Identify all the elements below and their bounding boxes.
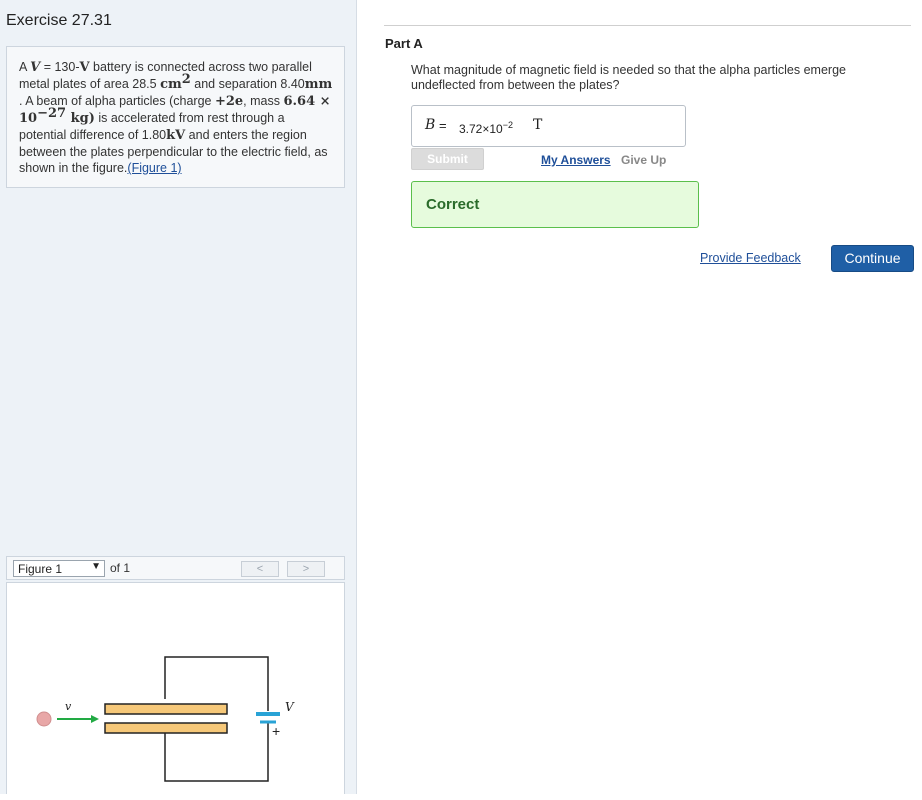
figure-navigation: Figure 1 ▼ of 1 < >	[6, 556, 345, 580]
velocity-arrow-head	[91, 715, 99, 723]
answer-variable: B	[425, 117, 436, 133]
velocity-label: v	[65, 700, 72, 713]
next-figure-button[interactable]: >	[287, 561, 325, 577]
answer-unit: T	[533, 117, 543, 133]
continue-button[interactable]: Continue	[831, 245, 914, 272]
answer-value: 3.72×10−2	[459, 120, 513, 136]
plus-sign-label: +	[272, 723, 280, 739]
top-wire	[164, 656, 269, 711]
alpha-particle	[36, 711, 52, 727]
figure-panel: V + v	[6, 582, 345, 794]
top-plate	[104, 703, 228, 715]
figure-count: of 1	[110, 561, 131, 575]
bottom-plate	[104, 722, 228, 734]
left-pane: Exercise 27.31 A V = 130-V battery is co…	[0, 0, 357, 794]
problem-statement: A V = 130-V battery is connected across …	[6, 46, 345, 188]
figure-select[interactable]: Figure 1 ▼	[13, 560, 105, 577]
battery-voltage-label: V	[285, 700, 295, 714]
submit-button[interactable]: Submit	[411, 148, 484, 170]
previous-figure-button[interactable]: <	[241, 561, 279, 577]
my-answers-link[interactable]: My Answers	[541, 153, 611, 167]
provide-feedback-link[interactable]: Provide Feedback	[700, 251, 801, 265]
answer-equals: =	[439, 118, 447, 133]
part-a-title: Part A	[385, 36, 423, 51]
answer-field[interactable]: B = 3.72×10−2 T	[411, 105, 686, 147]
right-pane: Part A What magnitude of magnetic field …	[357, 0, 922, 794]
correct-feedback: Correct	[411, 181, 699, 228]
give-up-link[interactable]: Give Up	[621, 153, 666, 167]
circuit-diagram: V + v	[36, 656, 295, 782]
question-text: What magnitude of magnetic field is need…	[411, 63, 846, 92]
dropdown-caret-icon: ▼	[91, 561, 101, 572]
divider	[384, 25, 911, 26]
figure-link[interactable]: (Figure 1)	[127, 161, 181, 175]
correct-label: Correct	[426, 196, 480, 213]
exercise-title: Exercise 27.31	[6, 12, 112, 29]
